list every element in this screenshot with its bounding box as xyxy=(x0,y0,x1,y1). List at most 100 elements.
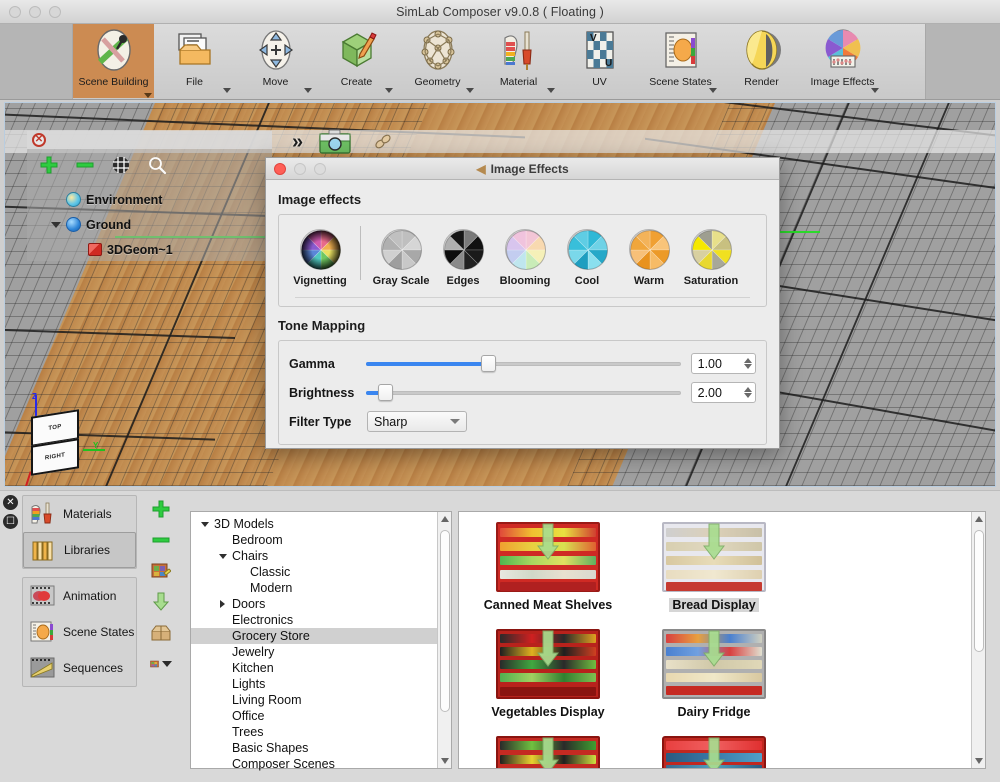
ribbon-tab-geometry[interactable]: Geometry xyxy=(397,24,478,98)
thumbnail-image[interactable] xyxy=(488,518,608,596)
model-tree-rows[interactable]: 3D Models Bedroom Chairs Classic Modern Doors… xyxy=(191,512,451,772)
model-tree-item[interactable]: Electronics xyxy=(191,612,451,628)
model-tree-item[interactable]: Bedroom xyxy=(191,532,451,548)
model-tree-scrollbar[interactable] xyxy=(437,512,451,768)
camera-icon[interactable] xyxy=(318,129,352,155)
model-tree-item[interactable]: Trees xyxy=(191,724,451,740)
image-effects-dialog[interactable]: ◀ Image Effects Image effects Vignetting G… xyxy=(265,157,780,587)
model-tree-item[interactable]: Chairs xyxy=(191,548,451,564)
effect-blooming[interactable]: Blooming xyxy=(494,223,556,287)
scene-tree-close-icon[interactable]: ✕ xyxy=(32,133,46,147)
library-vertical-toolbar[interactable] xyxy=(146,495,176,779)
model-tree-item[interactable]: Living Room xyxy=(191,692,451,708)
model-thumbnail-grid[interactable]: Canned Meat Shelves Bread Display Vegeta… xyxy=(458,511,986,769)
scene-tree-toolbar[interactable] xyxy=(39,155,167,175)
ribbon-tab-render[interactable]: Render xyxy=(721,24,802,98)
brightness-stepper[interactable] xyxy=(742,387,753,398)
model-tree-item[interactable]: Modern xyxy=(191,580,451,596)
saturation-wheel-icon[interactable] xyxy=(691,229,732,270)
model-thumbnail[interactable]: Fruits Display xyxy=(465,732,631,768)
scroll-down-icon[interactable] xyxy=(438,754,452,768)
search-icon[interactable] xyxy=(147,155,167,175)
model-tree-item[interactable]: 3D Models xyxy=(191,516,451,532)
chevron-down-icon[interactable] xyxy=(385,88,393,93)
remove-icon[interactable] xyxy=(75,155,95,175)
gamma-stepper[interactable] xyxy=(742,358,753,369)
edges-wheel-icon[interactable] xyxy=(443,229,484,270)
scroll-up-icon[interactable] xyxy=(438,512,451,526)
effect-vignetting[interactable]: Vignetting xyxy=(289,223,351,287)
model-thumbnail[interactable]: Cola Fridge xyxy=(631,732,797,768)
library-tab-libraries[interactable]: Libraries xyxy=(23,532,136,568)
scroll-up-icon[interactable] xyxy=(972,512,985,526)
ribbon-tab-move[interactable]: Move xyxy=(235,24,316,98)
library-tab-materials[interactable]: Materials xyxy=(23,496,136,532)
gamma-slider-knob[interactable] xyxy=(481,355,497,372)
brightness-slider-knob[interactable] xyxy=(378,384,394,401)
model-thumbnail[interactable]: Vegetables Display xyxy=(465,625,631,732)
thumbnail-image[interactable] xyxy=(654,625,774,703)
more-library-icon[interactable] xyxy=(150,654,172,674)
model-tree-item[interactable]: Doors xyxy=(191,596,451,612)
library-tab-animation[interactable]: Animation xyxy=(23,578,136,614)
gamma-spinbox[interactable]: 1.00 xyxy=(690,353,756,374)
ribbon-tab-create[interactable]: Create xyxy=(316,24,397,98)
effect-cool[interactable]: Cool xyxy=(556,223,618,287)
model-tree-item[interactable]: Lights xyxy=(191,676,451,692)
ribbon-tab-file[interactable]: File xyxy=(154,24,235,98)
thumbnail-scrollbar[interactable] xyxy=(971,512,985,768)
library-tabs-primary[interactable]: Materials Libraries xyxy=(22,495,137,569)
thumbnail-image[interactable] xyxy=(654,518,774,596)
vignetting-wheel-icon[interactable] xyxy=(300,229,341,270)
thumbnail-list[interactable]: Canned Meat Shelves Bread Display Vegeta… xyxy=(459,512,959,768)
panel-float-icon[interactable]: ☐ xyxy=(3,514,18,529)
model-thumbnail[interactable]: Canned Meat Shelves xyxy=(465,518,631,625)
ribbon-tab-image-effects[interactable]: Image Effects xyxy=(802,24,883,98)
model-tree-item[interactable]: Kitchen xyxy=(191,660,451,676)
effect-edges[interactable]: Edges xyxy=(432,223,494,287)
image-effects-list[interactable]: Vignetting Gray Scale Edges Blooming Cool War… xyxy=(289,223,756,295)
link-icon[interactable] xyxy=(372,131,394,153)
view-cube-front-face[interactable]: RIGHT xyxy=(31,438,79,476)
model-tree-item[interactable]: Basic Shapes xyxy=(191,740,451,756)
library-tabs-secondary[interactable]: Animation Scene States Sequences xyxy=(22,577,137,687)
expand-chevrons-icon[interactable]: » xyxy=(292,131,303,154)
cool-wheel-icon[interactable] xyxy=(567,229,608,270)
scene-tree-nodes[interactable]: Environment Ground 3DGeom~1 xyxy=(51,187,173,262)
chevron-down-icon[interactable] xyxy=(871,88,879,93)
scene-tree-node[interactable]: Ground xyxy=(51,212,173,237)
chevron-down-icon[interactable] xyxy=(223,88,231,93)
panel-close-icon[interactable]: ✕ xyxy=(3,495,18,510)
tree-expander[interactable] xyxy=(217,553,228,559)
ribbon-tab-scene-states[interactable]: Scene States xyxy=(640,24,721,98)
chevron-down-icon[interactable] xyxy=(200,521,209,527)
warm-wheel-icon[interactable] xyxy=(629,229,670,270)
thumbnail-image[interactable] xyxy=(488,625,608,703)
brightness-spinbox[interactable]: 2.00 xyxy=(690,382,756,403)
model-tree-item[interactable]: Grocery Store xyxy=(191,628,451,644)
gamma-slider[interactable] xyxy=(366,355,681,373)
model-tree-panel[interactable]: 3D Models Bedroom Chairs Classic Modern Doors… xyxy=(190,511,452,772)
blooming-wheel-icon[interactable] xyxy=(505,229,546,270)
chevron-down-icon[interactable] xyxy=(144,93,152,98)
download-library-icon[interactable] xyxy=(150,592,172,612)
chevron-down-icon[interactable] xyxy=(547,88,555,93)
scene-tree-node[interactable]: 3DGeom~1 xyxy=(51,237,173,262)
viewport-quick-tools[interactable]: » xyxy=(288,129,420,155)
filter-type-select[interactable]: Sharp xyxy=(367,411,467,432)
chevron-down-icon[interactable] xyxy=(162,661,172,667)
ribbon-tab-scene-building[interactable]: Scene Building xyxy=(73,24,154,98)
panel-rail-buttons[interactable]: ✕ ☐ xyxy=(3,495,21,533)
remove-library-icon[interactable] xyxy=(150,530,172,550)
add-icon[interactable] xyxy=(39,155,59,175)
gray-scale-wheel-icon[interactable] xyxy=(381,229,422,270)
scrollbar-thumb[interactable] xyxy=(440,530,450,712)
effect-warm[interactable]: Warm xyxy=(618,223,680,287)
chevron-down-icon[interactable] xyxy=(304,88,312,93)
package-library-icon[interactable] xyxy=(150,623,172,643)
chevron-down-icon[interactable] xyxy=(709,88,717,93)
back-arrow-icon[interactable]: ◀ xyxy=(476,162,485,176)
chevron-down-icon[interactable] xyxy=(51,221,61,228)
scroll-down-icon[interactable] xyxy=(972,754,985,768)
add-library-icon[interactable] xyxy=(150,499,172,519)
